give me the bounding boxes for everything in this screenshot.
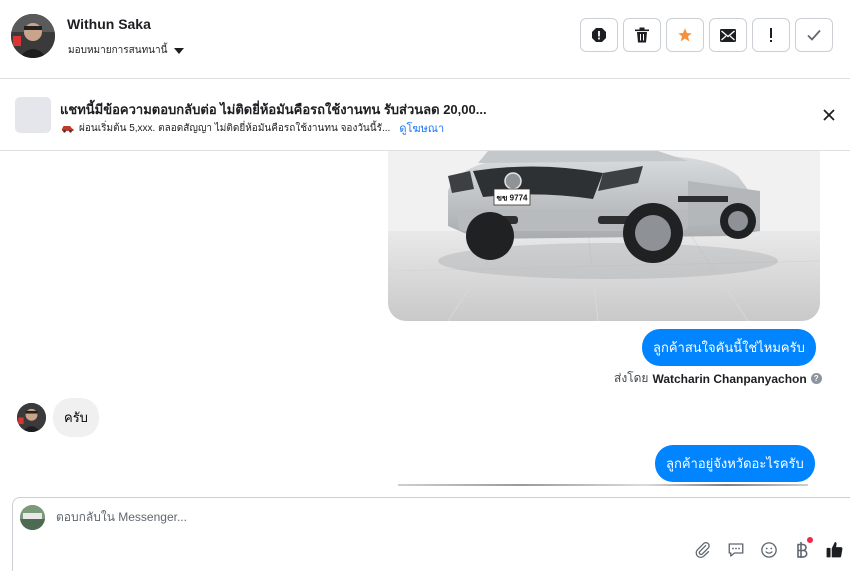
- license-plate: ขข 9774: [497, 194, 529, 203]
- check-icon: [807, 29, 821, 41]
- assign-label: มอบหมายการสนทนานี้: [68, 45, 168, 56]
- ad-title: แชทนี้มีข้อความตอบกลับต่อ ไม่ติดยี่ห้อมั…: [60, 102, 487, 117]
- sent-by-prefix: ส่งโดย: [614, 371, 649, 385]
- help-icon[interactable]: ?: [810, 373, 822, 384]
- payment-button[interactable]: [791, 537, 813, 560]
- close-ad-banner-button[interactable]: [819, 105, 839, 125]
- delete-button[interactable]: [623, 18, 661, 52]
- ad-subtitle-row: ผ่อนเริ่มต้น 5,xxx. ตลอดสัญญา ไม่ติดยี่ห…: [61, 119, 444, 137]
- smile-icon: [760, 541, 777, 558]
- outgoing-message[interactable]: ลูกค้าอยู่จังหวัดอะไรครับ: [655, 445, 815, 482]
- assign-conversation-dropdown[interactable]: มอบหมายการสนทนานี้: [68, 43, 185, 58]
- chat-bubble-icon: [728, 542, 743, 557]
- ad-thumbnail: [15, 97, 51, 133]
- ad-subtitle: ผ่อนเริ่มต้น 5,xxx. ตลอดสัญญา ไม่ติดยี่ห…: [79, 122, 391, 134]
- image-attachment-partial[interactable]: [398, 484, 808, 486]
- spam-icon: [592, 28, 606, 42]
- contact-name[interactable]: Withun Saka: [67, 16, 151, 32]
- mark-spam-button[interactable]: [580, 18, 618, 52]
- chevron-down-icon: [174, 47, 185, 54]
- reply-input[interactable]: [56, 510, 656, 524]
- baht-icon: [796, 541, 807, 558]
- outgoing-message[interactable]: ลูกค้าสนใจคันนี้ใช่ไหมครับ: [642, 329, 816, 366]
- mark-done-button[interactable]: [795, 18, 833, 52]
- ad-context-banner: แชทนี้มีข้อความตอบกลับต่อ ไม่ติดยี่ห้อมั…: [0, 80, 850, 151]
- notification-dot: [807, 537, 813, 543]
- car-emoji-icon: [62, 125, 74, 133]
- composer-toolbar: [692, 537, 845, 560]
- sender-name: Watcharin Chanpanyachon: [652, 371, 807, 386]
- follow-up-button[interactable]: [752, 18, 790, 52]
- follow-up-icon: [770, 28, 772, 42]
- mark-unread-button[interactable]: [709, 18, 747, 52]
- reply-composer: [12, 497, 850, 571]
- mail-icon: [720, 28, 736, 42]
- star-button[interactable]: [666, 18, 704, 52]
- like-button[interactable]: [824, 539, 845, 560]
- saved-replies-button[interactable]: [725, 539, 746, 560]
- star-icon: [678, 28, 692, 42]
- incoming-message[interactable]: ครับ: [53, 398, 99, 437]
- header-actions: [580, 18, 833, 52]
- message-thread[interactable]: ขข 9774 ลูกค้าสนใจคันนี้ใช่ไหมครับ ส่งโด…: [0, 151, 850, 486]
- view-ad-link[interactable]: ดูโฆษณา: [399, 119, 444, 137]
- sent-by-label: ส่งโดย Watcharin Chanpanyachon ?: [614, 369, 822, 388]
- contact-avatar[interactable]: [11, 14, 55, 58]
- thumbs-up-icon: [826, 541, 843, 558]
- paperclip-icon: [695, 541, 710, 558]
- page-avatar: [20, 505, 45, 530]
- car-photo-attachment[interactable]: ขข 9774: [388, 151, 820, 321]
- contact-avatar-small[interactable]: [17, 403, 46, 432]
- trash-icon: [635, 27, 649, 43]
- emoji-button[interactable]: [758, 539, 779, 560]
- attach-file-button[interactable]: [692, 539, 713, 560]
- conversation-header: Withun Saka มอบหมายการสนทนานี้: [0, 0, 850, 79]
- messenger-inbox-conversation: Withun Saka มอบหมายการสนทนานี้ แชทนี้มีข…: [0, 0, 850, 571]
- close-icon: [823, 109, 835, 121]
